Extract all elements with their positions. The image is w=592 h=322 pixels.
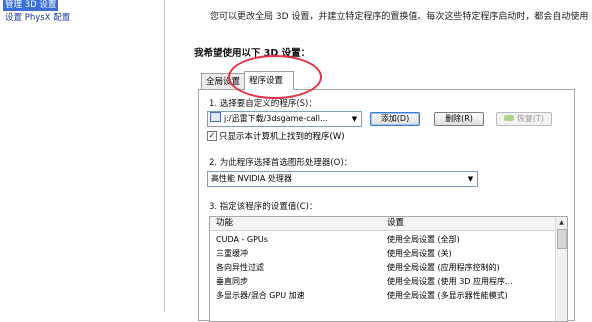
program-icon (210, 112, 221, 122)
settings-table: 功能 设置 CUDA - GPUs 使用全局设置 (全部) 三重缓冲 使用全局设… (209, 216, 568, 322)
program-select-value: j:/迅雷下载/3dsgame-call... (224, 114, 328, 123)
scroll-up-icon[interactable]: ▲ (556, 217, 567, 228)
feature-cell: 多显示器/混合 GPU 加速 (216, 291, 305, 300)
show-found-programs-checkbox[interactable]: ✓ (207, 131, 217, 141)
step1-label: 1. 选择要自定义的程序(S)： (209, 99, 317, 109)
pane-divider (164, 0, 165, 312)
program-select[interactable]: j:/迅雷下载/3dsgame-call... ▼ (207, 111, 362, 127)
table-row[interactable]: 各向异性过滤 使用全局设置 (应用程序控制的) (210, 261, 555, 274)
setting-cell: 使用全局设置 (全部) (387, 235, 460, 244)
highlight-circle-annotation (228, 55, 322, 99)
feature-cell: 三重缓冲 (216, 249, 248, 258)
step2-label: 2. 为此程序选择首选图形处理器(O)： (209, 158, 353, 168)
delete-button[interactable]: 删除(R) (434, 112, 484, 126)
setting-cell: 使用全局设置 (多显示器性能模式) (387, 291, 508, 300)
step3-label: 3. 指定该程序的设置值(C)： (209, 202, 318, 212)
restore-button[interactable]: 恢复(T) (496, 112, 552, 126)
table-row[interactable]: 三重缓冲 使用全局设置 (关) (210, 247, 555, 260)
feature-cell: 垂直同步 (216, 277, 248, 286)
chevron-down-icon: ▼ (467, 175, 474, 183)
show-found-programs-label: 只显示本计算机上找到的程序(W) (219, 132, 345, 142)
nav-item-physx-config[interactable]: 设置 PhysX 配置 (3, 13, 72, 24)
page-description: 您可以更改全局 3D 设置，并建立特定程序的置换值。每次这些特定程序启动时，都会… (210, 12, 589, 22)
column-header-setting[interactable]: 设置 (387, 218, 404, 229)
column-header-feature[interactable]: 功能 (216, 218, 233, 229)
gpu-select-value: 高性能 NVIDIA 处理器 (211, 174, 292, 183)
main-content: 您可以更改全局 3D 设置，并建立特定程序的置换值。每次这些特定程序启动时，都会… (166, 0, 592, 322)
left-navigation-pane: 管理 3D 设置 设置 PhysX 配置 (0, 0, 163, 312)
setting-cell: 使用全局设置 (应用程序控制的) (387, 263, 500, 272)
table-header: 功能 设置 (210, 217, 555, 231)
nav-item-manage-3d-settings[interactable]: 管理 3D 设置 (3, 0, 59, 11)
restore-button-label: 恢复(T) (516, 114, 545, 123)
table-row[interactable]: 垂直同步 使用全局设置 (使用 3D 应用程序... (210, 275, 555, 288)
feature-cell: CUDA - GPUs (216, 235, 268, 244)
gpu-select[interactable]: 高性能 NVIDIA 处理器 ▼ (207, 171, 478, 187)
program-settings-panel: 1. 选择要自定义的程序(S)： j:/迅雷下载/3dsgame-call...… (198, 89, 575, 322)
nvidia-icon (503, 115, 514, 121)
table-scrollbar[interactable]: ▲ (555, 217, 567, 321)
setting-cell: 使用全局设置 (使用 3D 应用程序... (387, 277, 513, 286)
table-row[interactable]: CUDA - GPUs 使用全局设置 (全部) (210, 233, 555, 246)
chevron-down-icon: ▼ (351, 115, 358, 123)
add-button[interactable]: 添加(D) (370, 112, 420, 126)
scroll-thumb[interactable] (557, 229, 567, 249)
setting-cell: 使用全局设置 (关) (387, 249, 452, 258)
table-row[interactable]: 多显示器/混合 GPU 加速 使用全局设置 (多显示器性能模式) (210, 289, 555, 302)
feature-cell: 各向异性过滤 (216, 263, 264, 272)
